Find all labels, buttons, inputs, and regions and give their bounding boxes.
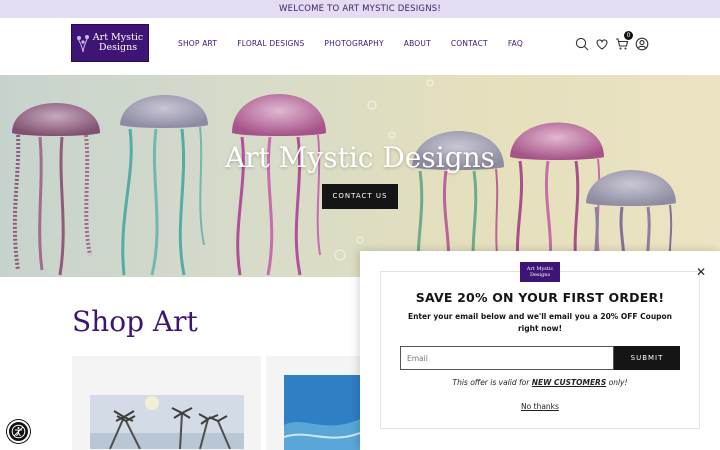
hero-title: Art Mystic Designs bbox=[224, 141, 496, 174]
popup-headline: SAVE 20% ON YOUR FIRST ORDER! bbox=[415, 290, 665, 305]
nav-item-shop-art[interactable]: SHOP ART bbox=[178, 39, 217, 48]
logo-line-2: Designs bbox=[98, 42, 138, 53]
offer-note-suffix: only! bbox=[606, 378, 628, 387]
nav-item-about[interactable]: ABOUT bbox=[404, 39, 431, 48]
header-icons: 0 bbox=[575, 31, 649, 51]
site-logo[interactable]: Art Mystic Designs bbox=[71, 24, 149, 62]
product-card[interactable] bbox=[266, 356, 360, 450]
announcement-text: WELCOME TO ART MYSTIC DESIGNS! bbox=[279, 4, 441, 14]
hero-jellyfish-painting bbox=[12, 79, 676, 277]
nav-item-floral-designs[interactable]: FLORAL DESIGNS bbox=[237, 39, 304, 48]
newsletter-popup: ✕ Art Mystic Designs SAVE 20% ON YOUR FI… bbox=[360, 251, 720, 450]
hero-banner: Art Mystic Designs CONTACT US bbox=[0, 75, 720, 277]
announcement-bar: WELCOME TO ART MYSTIC DESIGNS! bbox=[0, 0, 720, 18]
nav-item-photography[interactable]: PHOTOGRAPHY bbox=[324, 39, 383, 48]
popup-offer-note: This offer is valid for NEW CUSTOMERS on… bbox=[360, 378, 720, 387]
heart-icon[interactable] bbox=[595, 36, 609, 50]
site-header: Art Mystic Designs SHOP ART FLORAL DESIG… bbox=[0, 18, 720, 75]
search-icon[interactable] bbox=[575, 36, 589, 51]
logo-text: Art Mystic Designs bbox=[90, 33, 146, 53]
product-card[interactable] bbox=[72, 356, 261, 450]
submit-button[interactable]: SUBMIT bbox=[614, 346, 680, 370]
popup-subtext: Enter your email below and we'll email y… bbox=[407, 312, 673, 333]
nav-item-faq[interactable]: FAQ bbox=[508, 39, 523, 48]
email-field[interactable] bbox=[400, 346, 614, 370]
product-image-palm-trees bbox=[90, 395, 244, 449]
no-thanks-link[interactable]: No thanks bbox=[360, 402, 720, 411]
nav-item-contact[interactable]: CONTACT bbox=[451, 39, 488, 48]
offer-note-prefix: This offer is valid for bbox=[452, 378, 532, 387]
close-icon[interactable]: ✕ bbox=[696, 266, 706, 278]
main-nav: SHOP ART FLORAL DESIGNS PHOTOGRAPHY ABOU… bbox=[178, 39, 523, 48]
popup-logo-line-2: Designs bbox=[529, 272, 551, 278]
cart-count-badge: 0 bbox=[624, 31, 633, 40]
contact-us-button[interactable]: CONTACT US bbox=[322, 184, 398, 209]
popup-logo: Art Mystic Designs bbox=[520, 262, 560, 282]
offer-note-highlight: NEW CUSTOMERS bbox=[531, 378, 607, 387]
cart-icon[interactable]: 0 bbox=[615, 31, 633, 50]
section-title: Shop Art bbox=[72, 305, 198, 338]
logo-flower-icon bbox=[77, 35, 89, 53]
product-image-ocean bbox=[284, 375, 360, 450]
accessibility-button[interactable] bbox=[7, 420, 30, 443]
user-icon[interactable] bbox=[635, 36, 649, 51]
accessibility-icon bbox=[11, 424, 26, 439]
